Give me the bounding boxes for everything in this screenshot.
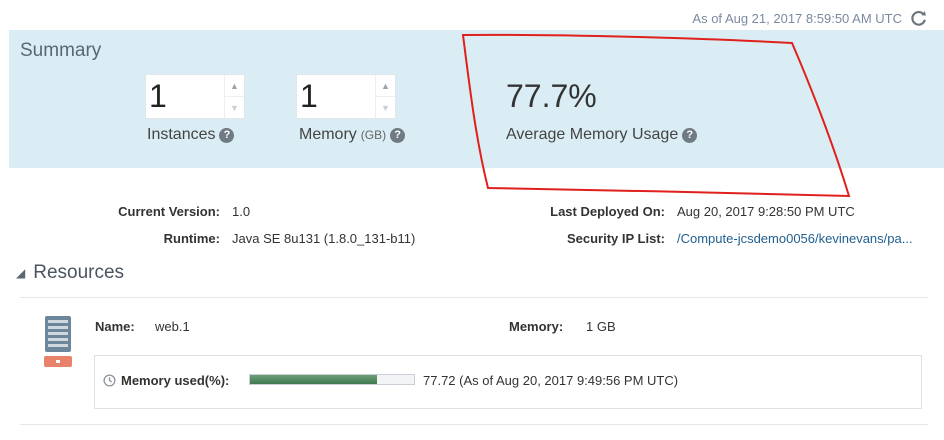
resource-memory-label: Memory: [509,319,564,334]
resource-memory-value: 1 GB [586,319,616,334]
detail-row-runtime: Runtime: Java SE 8u131 (1.8.0_131-b11) [60,225,416,252]
increment-icon[interactable]: ▲ [376,75,395,96]
last-deployed-value: Aug 20, 2017 9:28:50 PM UTC [677,204,855,219]
instances-value[interactable]: 1 [146,75,224,118]
help-icon[interactable]: ? [219,127,235,143]
details-right: Last Deployed On: Aug 20, 2017 9:28:50 P… [500,198,913,252]
current-version-label: Current Version: [118,204,220,219]
summary-panel: Summary 1 ▲ ▼ Instances ? 1 ▲ ▼ Memory (… [9,30,944,168]
memory-stepper-arrows: ▲ ▼ [375,75,395,118]
instances-label-group: Instances ? [147,126,235,144]
server-instance-icon [44,316,72,367]
decrement-icon[interactable]: ▼ [376,96,395,118]
avg-memory-label-group: Average Memory Usage ? [506,126,698,144]
current-version-value: 1.0 [232,204,251,219]
refresh-icon[interactable] [910,9,928,27]
detail-row-security-ip: Security IP List: /Compute-jcsdemo0056/k… [500,225,913,252]
resources-section-header[interactable]: ◢ Resources [16,262,124,284]
instances-label: Instances [147,126,216,143]
detail-row-current-version: Current Version: 1.0 [60,198,415,225]
avg-memory-value: 77.7% [506,78,597,114]
section-divider [20,297,928,298]
memory-used-value: 77.72 (As of Aug 20, 2017 9:49:56 PM UTC… [423,373,679,388]
resource-name-value: web.1 [155,319,190,334]
timestamp-bar: As of Aug 21, 2017 8:59:50 AM UTC [692,9,928,27]
avg-memory-label: Average Memory Usage [506,126,679,143]
section-divider [20,424,928,425]
memory-used-label: Memory used(%): [121,373,230,388]
resource-name-label: Name: [95,319,135,334]
as-of-timestamp: As of Aug 21, 2017 8:59:50 AM UTC [692,10,902,26]
help-icon[interactable]: ? [682,127,698,143]
runtime-value: Java SE 8u131 (1.8.0_131-b11) [232,231,416,246]
last-deployed-label: Last Deployed On: [550,204,665,219]
instances-stepper[interactable]: 1 ▲ ▼ [145,74,245,119]
collapse-triangle-icon[interactable]: ◢ [16,266,25,280]
instances-stepper-arrows: ▲ ▼ [224,75,244,118]
memory-used-progress-bar [249,374,415,385]
decrement-icon[interactable]: ▼ [225,96,244,118]
memory-unit: (GB) [360,128,387,142]
increment-icon[interactable]: ▲ [225,75,244,96]
help-icon[interactable]: ? [390,127,406,143]
memory-used-progress-fill [250,375,378,384]
memory-used-box: Memory used(%): 77.72 (As of Aug 20, 201… [94,355,922,409]
memory-label: Memory [299,126,357,143]
security-ip-link[interactable]: /Compute-jcsdemo0056/kevinevans/pa... [665,231,913,246]
runtime-label: Runtime: [163,231,220,246]
detail-row-last-deployed: Last Deployed On: Aug 20, 2017 9:28:50 P… [500,198,913,225]
details-left: Current Version: 1.0 Runtime: Java SE 8u… [60,198,415,252]
security-ip-label: Security IP List: [566,231,665,246]
memory-value[interactable]: 1 [297,75,375,118]
memory-label-group: Memory (GB) ? [299,126,406,144]
resources-title: Resources [33,262,125,283]
clock-icon [103,374,116,387]
summary-title: Summary [20,40,102,61]
memory-stepper[interactable]: 1 ▲ ▼ [296,74,396,119]
